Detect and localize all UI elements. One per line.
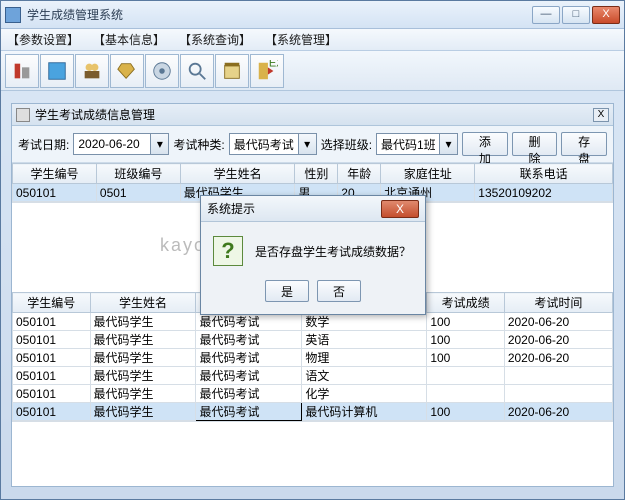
menubar: 【参数设置】 【基本信息】 【系统查询】 【系统管理】 <box>1 29 624 51</box>
grid2-row[interactable]: 050101最代码学生最代码考试语文 <box>13 367 613 385</box>
dialog-message: 是否存盘学生考试成绩数据？ <box>255 243 411 260</box>
date-input[interactable] <box>73 133 151 155</box>
toolbar-btn-3[interactable] <box>75 54 109 88</box>
maximize-button[interactable]: □ <box>562 6 590 24</box>
dialog-no-button[interactable]: 否 <box>317 280 361 302</box>
date-label: 考试日期: <box>18 136 69 153</box>
menu-system[interactable]: 【系统管理】 <box>265 31 337 48</box>
toolbar: EXIT <box>1 51 624 91</box>
dialog-titlebar[interactable]: 系统提示 X <box>201 196 425 222</box>
toolbar-btn-2[interactable] <box>40 54 74 88</box>
grid2-row[interactable]: 050101最代码学生最代码考试数学1002020-06-20 <box>13 313 613 331</box>
grid2-empty <box>12 421 613 486</box>
close-button[interactable]: X <box>592 6 620 24</box>
menu-query[interactable]: 【系统查询】 <box>179 31 251 48</box>
grid2-row[interactable]: 050101最代码学生最代码考试英语1002020-06-20 <box>13 331 613 349</box>
inner-title-text: 学生考试成绩信息管理 <box>35 106 593 123</box>
type-dropdown-icon[interactable]: ▾ <box>299 133 317 155</box>
type-combo[interactable] <box>229 133 299 155</box>
toolbar-btn-6[interactable] <box>180 54 214 88</box>
class-label: 选择班级: <box>321 136 372 153</box>
delete-button[interactable]: 删除 <box>512 132 558 156</box>
menu-params[interactable]: 【参数设置】 <box>7 31 79 48</box>
filter-row: 考试日期: ▾ 考试种类: ▾ 选择班级: ▾ 添加 删除 存盘 <box>12 126 613 163</box>
g1h0[interactable]: 学生编号 <box>13 164 97 184</box>
toolbar-btn-4[interactable] <box>110 54 144 88</box>
dialog-title: 系统提示 <box>207 200 381 217</box>
titlebar[interactable]: 学生成绩管理系统 — □ X <box>1 1 624 29</box>
g1h1[interactable]: 班级编号 <box>96 164 180 184</box>
toolbar-btn-5[interactable] <box>145 54 179 88</box>
menu-basic[interactable]: 【基本信息】 <box>93 31 165 48</box>
window-title: 学生成绩管理系统 <box>27 6 532 23</box>
grid1-header-row: 学生编号 班级编号 学生姓名 性别 年龄 家庭住址 联系电话 <box>13 164 613 184</box>
confirm-dialog: 系统提示 X ? 是否存盘学生考试成绩数据？ 是 否 <box>200 195 426 315</box>
toolbar-btn-7[interactable] <box>215 54 249 88</box>
app-icon <box>5 7 21 23</box>
type-label: 考试种类: <box>173 136 224 153</box>
dialog-close-button[interactable]: X <box>381 200 419 218</box>
grid2-row[interactable]: 050101最代码学生最代码考试化学 <box>13 385 613 403</box>
g1h3[interactable]: 性别 <box>295 164 338 184</box>
date-dropdown-icon[interactable]: ▾ <box>151 133 169 155</box>
toolbar-btn-exit[interactable]: EXIT <box>250 54 284 88</box>
inner-icon <box>16 108 30 122</box>
class-dropdown-icon[interactable]: ▾ <box>440 133 458 155</box>
add-button[interactable]: 添加 <box>462 132 508 156</box>
toolbar-btn-1[interactable] <box>5 54 39 88</box>
g1h6[interactable]: 联系电话 <box>475 164 613 184</box>
grid2-row[interactable]: 050101最代码学生最代码考试最代码计算机1002020-06-20 <box>13 403 613 421</box>
g1h4[interactable]: 年龄 <box>338 164 381 184</box>
class-combo[interactable] <box>376 133 440 155</box>
save-button[interactable]: 存盘 <box>561 132 607 156</box>
question-icon: ? <box>213 236 243 266</box>
g1h2[interactable]: 学生姓名 <box>180 164 295 184</box>
grid2-row[interactable]: 050101最代码学生最代码考试物理1002020-06-20 <box>13 349 613 367</box>
inner-titlebar[interactable]: 学生考试成绩信息管理 X <box>12 104 613 126</box>
inner-close-button[interactable]: X <box>593 108 609 122</box>
minimize-button[interactable]: — <box>532 6 560 24</box>
g1h5[interactable]: 家庭住址 <box>381 164 475 184</box>
dialog-yes-button[interactable]: 是 <box>265 280 309 302</box>
svg-text:EXIT: EXIT <box>269 60 278 69</box>
